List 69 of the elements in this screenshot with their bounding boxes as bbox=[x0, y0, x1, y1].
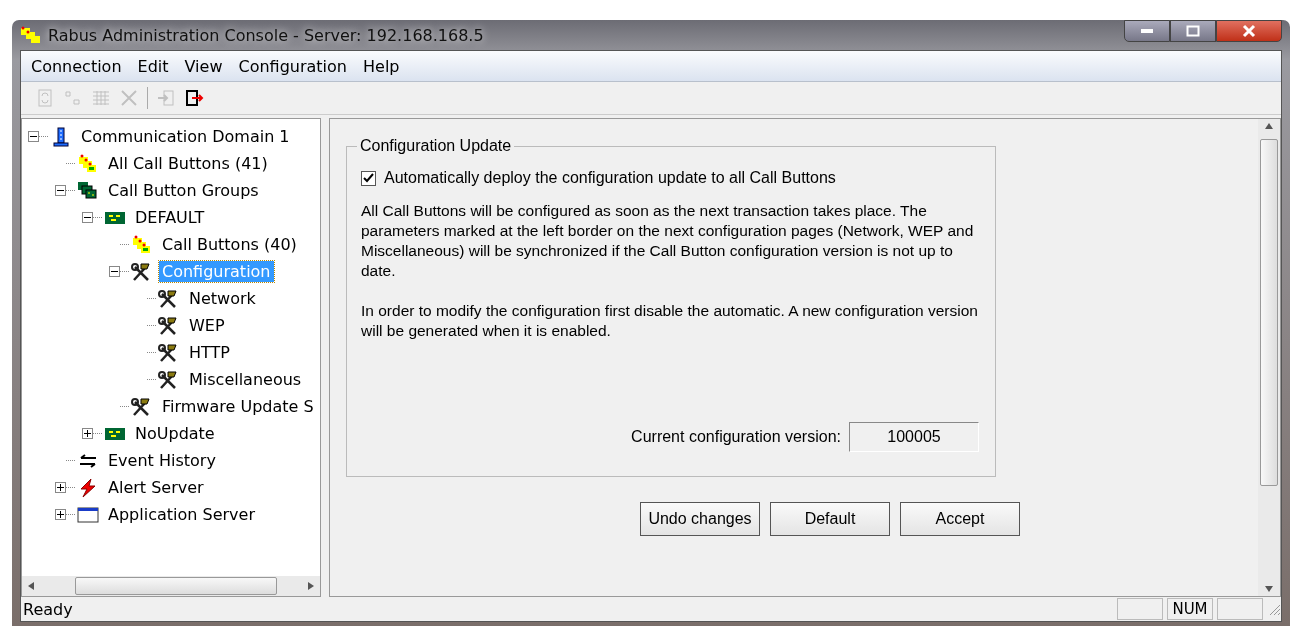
collapse-toggle[interactable] bbox=[28, 131, 39, 142]
tower-icon bbox=[50, 126, 72, 147]
num-lock-indicator: NUM bbox=[1167, 598, 1213, 620]
expand-toggle[interactable] bbox=[82, 428, 93, 439]
action-button[interactable]: Default bbox=[770, 502, 890, 536]
tree-item[interactable]: Application Server bbox=[105, 504, 258, 525]
action-button[interactable]: Undo changes bbox=[640, 502, 760, 536]
plus-icon bbox=[56, 510, 65, 519]
minimize-button[interactable] bbox=[1124, 20, 1170, 42]
hammer-wrench-icon bbox=[131, 261, 153, 282]
status-pane bbox=[1117, 598, 1163, 620]
plus-icon bbox=[83, 429, 92, 438]
tree-item[interactable]: WEP bbox=[186, 315, 228, 336]
call-buttons-icon bbox=[131, 234, 153, 255]
horizontal-scrollbar[interactable] bbox=[22, 576, 320, 596]
tree-item[interactable]: Firmware Update S bbox=[159, 396, 317, 417]
tree-item[interactable]: Communication Domain 1 bbox=[78, 126, 293, 147]
collapse-toggle[interactable] bbox=[109, 266, 120, 277]
hammer-wrench-icon bbox=[158, 288, 180, 309]
group-title: Configuration Update bbox=[359, 137, 513, 155]
description-text: In order to modify the configuration first disable the automatic. A new configuration version will be generated when it is enabled. bbox=[361, 301, 979, 341]
description-text: All Call Buttons will be configured as soon as the next transaction takes place. The parameters marked at the left border on the next configuration pages (Network, WEP and Miscellaneous) will be synchronized if the Call Button configuration version is not up to date. bbox=[361, 201, 975, 281]
up-arrow-icon[interactable] bbox=[1265, 123, 1273, 129]
maximize-icon bbox=[1186, 25, 1200, 37]
maximize-button[interactable] bbox=[1170, 20, 1216, 42]
tree-item[interactable]: Event History bbox=[105, 450, 219, 471]
checkbox[interactable] bbox=[361, 170, 376, 186]
left-arrow-icon[interactable] bbox=[28, 582, 34, 590]
circuit-boards-icon bbox=[77, 180, 99, 201]
menu-item[interactable]: Edit bbox=[129, 54, 177, 78]
tree-item[interactable]: Call Button Groups bbox=[105, 180, 262, 201]
collapse-toggle[interactable] bbox=[82, 212, 93, 223]
call-buttons-icon bbox=[77, 153, 99, 174]
tree-item[interactable]: Alert Server bbox=[105, 477, 207, 498]
collapse-toggle[interactable] bbox=[55, 185, 66, 196]
hammer-wrench-icon bbox=[131, 396, 153, 417]
checkbox-label: Automatically deploy the configuration update to all Call Buttons bbox=[384, 169, 836, 187]
close-button[interactable] bbox=[1216, 20, 1282, 42]
menu-item[interactable]: Help bbox=[355, 54, 408, 78]
hammer-wrench-icon bbox=[158, 315, 180, 336]
version-label: Current configuration version: bbox=[631, 428, 841, 446]
tree-item[interactable]: Miscellaneous bbox=[186, 369, 305, 390]
right-arrow-icon[interactable] bbox=[308, 582, 314, 590]
action-button[interactable]: Accept bbox=[900, 502, 1020, 536]
expand-toggle[interactable] bbox=[55, 509, 66, 520]
version-field: 100005 bbox=[849, 422, 979, 452]
tree-item[interactable]: DEFAULT bbox=[132, 207, 208, 228]
window-title: Rabus Administration Console - Server: 192.168.168.5 bbox=[48, 25, 484, 45]
status-pane bbox=[1217, 598, 1263, 620]
menu-item[interactable]: Connection bbox=[23, 54, 130, 78]
window-icon bbox=[77, 504, 99, 525]
status-text: Ready bbox=[23, 599, 73, 619]
tree-item[interactable]: NoUpdate bbox=[132, 423, 218, 444]
menu-item[interactable]: Configuration bbox=[230, 54, 355, 78]
hammer-wrench-icon bbox=[158, 369, 180, 390]
tree-item[interactable]: Call Buttons (40) bbox=[159, 234, 300, 255]
vertical-scrollbar[interactable] bbox=[1258, 119, 1280, 596]
plus-icon bbox=[56, 483, 65, 492]
hammer-wrench-icon bbox=[158, 342, 180, 363]
down-arrow-icon[interactable] bbox=[1265, 586, 1273, 592]
resize-grip-icon bbox=[1267, 602, 1281, 616]
tree-item[interactable]: Network bbox=[186, 288, 259, 309]
close-icon bbox=[1241, 24, 1257, 38]
menu-item[interactable]: View bbox=[176, 54, 231, 78]
minimize-icon bbox=[1140, 28, 1154, 34]
app-icon bbox=[20, 26, 42, 44]
tree-item[interactable]: All Call Buttons (41) bbox=[105, 153, 271, 174]
expand-toggle[interactable] bbox=[55, 482, 66, 493]
tree-item[interactable]: HTTP bbox=[186, 342, 233, 363]
